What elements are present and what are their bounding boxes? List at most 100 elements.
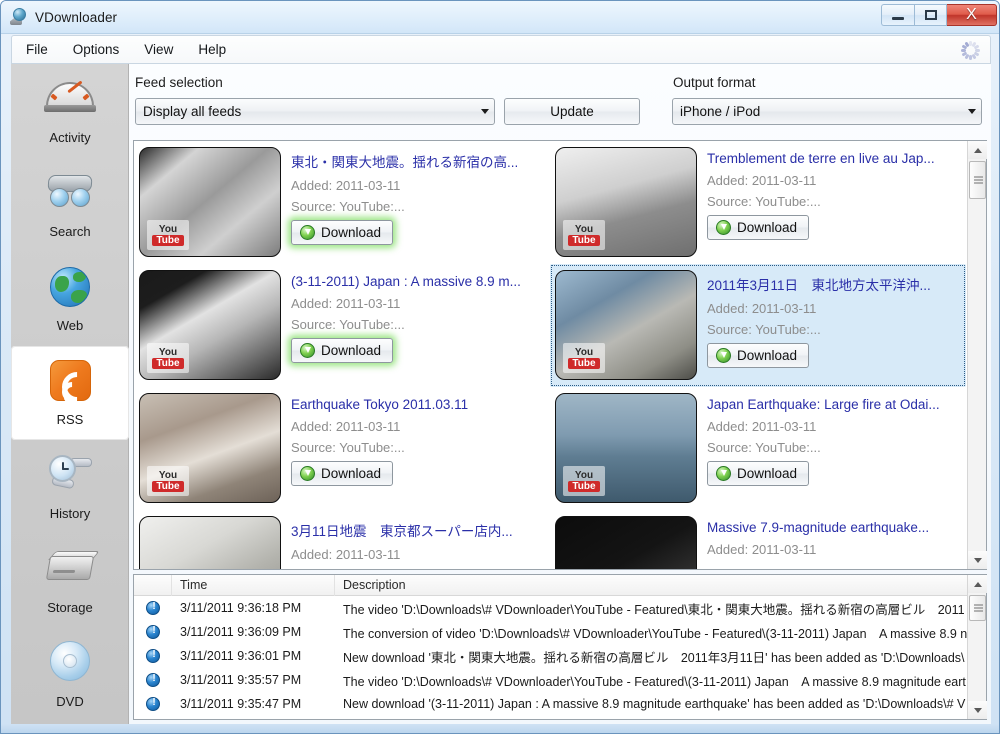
feed-item-title[interactable]: Japan Earthquake: Large fire at Odai...	[707, 397, 962, 412]
log-row-description: The video 'D:\Downloads\# VDownloader\Yo…	[335, 671, 968, 690]
log-column-time[interactable]: Time	[172, 575, 335, 596]
menu-item-options[interactable]: Options	[62, 39, 131, 60]
menu-item-help[interactable]: Help	[187, 39, 237, 60]
video-thumbnail[interactable]: YouTube	[555, 393, 697, 503]
feed-card-meta: 東北・関東大地震。揺れる新宿の高... Added: 2011-03-11 So…	[281, 147, 546, 245]
sidebar-item-storage[interactable]: Storage	[11, 534, 129, 628]
added-value: 2011-03-11	[336, 419, 401, 434]
sidebar-item-activity[interactable]: Activity	[11, 64, 129, 158]
maximize-button[interactable]	[914, 4, 947, 26]
download-button[interactable]: Download	[707, 461, 809, 486]
source-label: Source:	[707, 194, 752, 209]
toolbar: Feed selection Display all feeds Update …	[129, 64, 991, 140]
log-row-time: 3/11/2011 9:35:57 PM	[172, 673, 335, 687]
log-row-description: New download '(3-11-2011) Japan : A mass…	[335, 697, 968, 711]
youtube-badge-icon: YouTube	[563, 466, 605, 496]
download-label: Download	[321, 343, 381, 358]
minimize-button[interactable]	[881, 4, 914, 26]
feed-item-title[interactable]: Tremblement de terre en live au Jap...	[707, 151, 962, 166]
feed-grid: YouTube 東北・関東大地震。揺れる新宿の高... Added: 2011-…	[134, 141, 967, 569]
feed-item-added: Added: 2011-03-11	[707, 173, 962, 188]
video-thumbnail[interactable]: YouTube	[139, 270, 281, 380]
log-row-description: New download '東北・関東大地震。揺れる新宿の高層ビル 2011年3…	[335, 647, 968, 666]
feed-card[interactable]: YouTube 東北・関東大地震。揺れる新宿の高... Added: 2011-…	[134, 141, 550, 264]
video-thumbnail[interactable]: YouTube	[555, 270, 697, 380]
feed-item-title[interactable]: Massive 7.9-magnitude earthquake...	[707, 520, 962, 535]
log-column-description[interactable]: Description	[335, 575, 968, 596]
feed-card[interactable]: YouTube (3-11-2011) Japan : A massive 8.…	[134, 264, 550, 387]
sidebar-item-history[interactable]: History	[11, 440, 129, 534]
table-row[interactable]: 3/11/2011 9:35:57 PM The video 'D:\Downl…	[134, 668, 968, 692]
youtube-badge-icon: YouTube	[563, 220, 605, 250]
globe-icon	[42, 262, 98, 312]
download-button[interactable]: Download	[291, 461, 393, 486]
table-row[interactable]: 3/11/2011 9:36:09 PM The conversion of v…	[134, 620, 968, 644]
sidebar-item-label: Activity	[49, 130, 90, 145]
window-title: VDownloader	[35, 10, 117, 25]
source-value: YouTube:...	[755, 440, 821, 455]
download-arrow-icon	[716, 466, 731, 481]
youtube-badge-icon: YouTube	[147, 220, 189, 250]
table-row[interactable]: 3/11/2011 9:36:18 PM The video 'D:\Downl…	[134, 596, 968, 620]
scroll-up-button[interactable]	[968, 141, 987, 159]
source-value: YouTube:...	[339, 440, 405, 455]
download-arrow-icon	[716, 220, 731, 235]
sidebar-item-web[interactable]: Web	[11, 252, 129, 346]
feed-item-title[interactable]: (3-11-2011) Japan : A massive 8.9 m...	[291, 274, 546, 289]
minimize-icon	[892, 17, 904, 20]
download-arrow-icon	[300, 343, 315, 358]
download-button[interactable]: Download	[291, 220, 393, 245]
feed-selection-dropdown[interactable]: Display all feeds	[135, 98, 495, 125]
download-button[interactable]: Download	[707, 343, 809, 368]
video-thumbnail[interactable]: YouTube	[555, 516, 697, 569]
sidebar-item-label: DVD	[56, 694, 83, 709]
video-thumbnail[interactable]: YouTube	[139, 393, 281, 503]
sidebar-item-rss[interactable]: RSS	[11, 346, 129, 440]
feed-item-title[interactable]: Earthquake Tokyo 2011.03.11	[291, 397, 546, 412]
feed-card[interactable]: YouTube Japan Earthquake: Large fire at …	[550, 387, 966, 510]
main-panel: Feed selection Display all feeds Update …	[129, 64, 991, 724]
download-button[interactable]: Download	[707, 215, 809, 240]
menu-item-view[interactable]: View	[133, 39, 184, 60]
video-thumbnail[interactable]: YouTube	[139, 516, 281, 569]
log-table-header: Time Description	[134, 575, 968, 596]
scroll-down-button[interactable]	[968, 551, 987, 569]
feed-card[interactable]: YouTube 3月11日地震 東京都スーパー店内... Added: 2011…	[134, 510, 550, 569]
chevron-up-icon	[974, 582, 982, 587]
sidebar-item-label: Storage	[47, 600, 93, 615]
youtube-badge-icon: YouTube	[563, 343, 605, 373]
log-row-icon	[134, 625, 172, 639]
feed-item-added: Added: 2011-03-11	[291, 419, 546, 434]
table-row[interactable]: 3/11/2011 9:35:47 PM New download '(3-11…	[134, 692, 968, 716]
scroll-thumb[interactable]	[969, 161, 986, 199]
feed-item-title[interactable]: 2011年3月11日 東北地方太平洋沖...	[707, 274, 962, 294]
video-thumbnail[interactable]: YouTube	[139, 147, 281, 257]
close-button[interactable]: X	[947, 4, 997, 26]
menu-item-file[interactable]: File	[15, 39, 59, 60]
table-row[interactable]: 3/11/2011 9:36:01 PM New download '東北・関東…	[134, 644, 968, 668]
source-label: Source:	[291, 440, 336, 455]
added-label: Added:	[291, 296, 332, 311]
download-button[interactable]: Download	[291, 338, 393, 363]
source-value: YouTube:...	[339, 199, 405, 214]
scroll-thumb[interactable]	[969, 595, 986, 621]
sidebar-item-search[interactable]: Search	[11, 158, 129, 252]
feed-scrollbar[interactable]	[967, 141, 986, 569]
feed-item-title[interactable]: 3月11日地震 東京都スーパー店内...	[291, 520, 546, 540]
log-column-icon[interactable]	[134, 575, 172, 596]
scroll-up-button[interactable]	[968, 575, 987, 593]
feed-card[interactable]: YouTube Tremblement de terre en live au …	[550, 141, 966, 264]
update-button[interactable]: Update	[504, 98, 640, 125]
feed-card-selected[interactable]: YouTube 2011年3月11日 東北地方太平洋沖... Added: 20…	[550, 264, 966, 387]
scroll-down-button[interactable]	[968, 701, 987, 719]
sidebar-item-dvd[interactable]: DVD	[11, 628, 129, 722]
youtube-badge-icon: YouTube	[147, 466, 189, 496]
output-format-dropdown[interactable]: iPhone / iPod	[672, 98, 982, 125]
feed-card[interactable]: YouTube Earthquake Tokyo 2011.03.11 Adde…	[134, 387, 550, 510]
feed-card-meta: (3-11-2011) Japan : A massive 8.9 m... A…	[281, 270, 546, 363]
feed-item-source: Source: YouTube:...	[707, 440, 962, 455]
feed-card[interactable]: YouTube Massive 7.9-magnitude earthquake…	[550, 510, 966, 569]
feed-item-title[interactable]: 東北・関東大地震。揺れる新宿の高...	[291, 151, 546, 171]
video-thumbnail[interactable]: YouTube	[555, 147, 697, 257]
log-scrollbar[interactable]	[967, 575, 986, 719]
